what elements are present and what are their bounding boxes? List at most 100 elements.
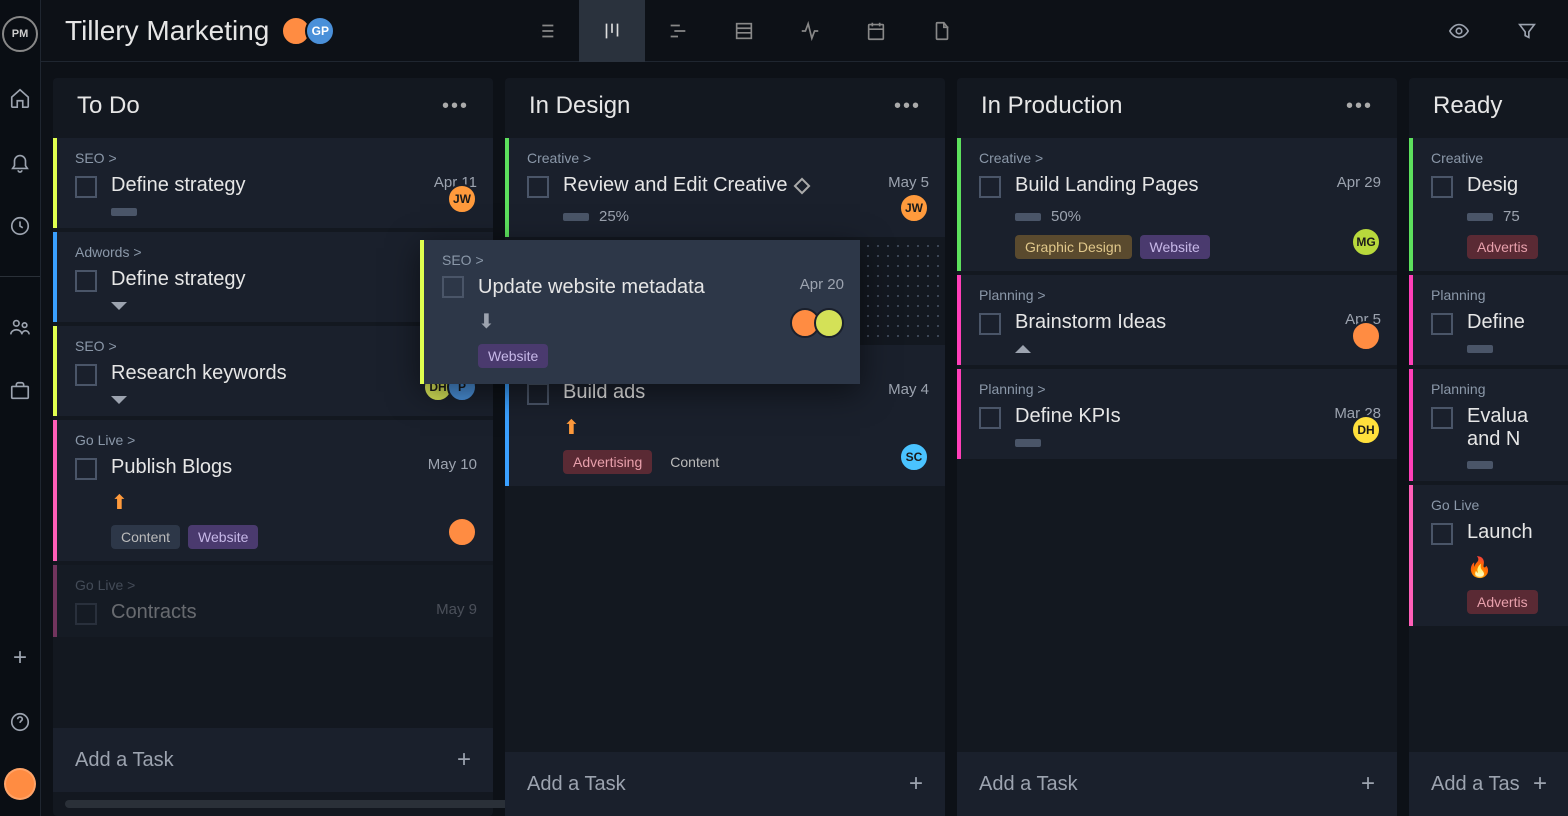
task-checkbox[interactable]	[75, 270, 97, 292]
team-icon[interactable]	[2, 309, 38, 345]
task-name: Evalua and N	[1467, 405, 1553, 451]
gantt-view-icon[interactable]	[645, 0, 711, 62]
task-name: Define strategy	[111, 174, 420, 197]
task-category[interactable]: Planning >	[979, 381, 1381, 397]
add-task-button[interactable]: Add a Task+	[53, 728, 493, 792]
help-icon[interactable]	[2, 704, 38, 740]
task-name: Contracts	[111, 601, 422, 624]
assignee-avatar[interactable]: SC	[899, 442, 929, 472]
task-name: Update website metadata	[478, 276, 786, 299]
task-checkbox[interactable]	[75, 458, 97, 480]
task-category[interactable]: Go Live >	[75, 577, 477, 593]
task-name: Review and Edit Creative	[563, 174, 874, 197]
task-card[interactable]: Planning >Define KPIsMar 28DH	[957, 369, 1397, 459]
dragging-task-card[interactable]: SEO > Update website metadata Apr 20 ⬇ W…	[420, 240, 860, 384]
assignee-avatar[interactable]: JW	[899, 193, 929, 223]
tag[interactable]: Advertising	[563, 450, 652, 474]
task-checkbox[interactable]	[527, 176, 549, 198]
tag[interactable]: Advertis	[1467, 590, 1538, 614]
priority-low-icon	[111, 396, 127, 404]
task-card[interactable]: Planning Evalua and N	[1409, 369, 1568, 481]
assignee-avatar[interactable]	[814, 308, 844, 338]
task-category[interactable]: Planning	[1431, 381, 1553, 397]
task-checkbox[interactable]	[75, 364, 97, 386]
add-icon[interactable]: +	[2, 640, 38, 676]
task-checkbox[interactable]	[1431, 176, 1453, 198]
progress-bar	[1015, 439, 1041, 447]
task-card[interactable]: SEO >Define strategyApr 11JW	[53, 138, 493, 228]
task-checkbox[interactable]	[979, 407, 1001, 429]
task-card[interactable]: Go Live > Contracts May 9	[53, 565, 493, 637]
task-checkbox[interactable]	[1431, 407, 1453, 429]
task-checkbox[interactable]	[979, 313, 1001, 335]
tag[interactable]: Website	[188, 525, 258, 549]
tag[interactable]: Website	[1140, 235, 1210, 259]
column-title: To Do	[77, 92, 140, 120]
add-task-button[interactable]: Add a Task+	[957, 752, 1397, 816]
task-category[interactable]: SEO >	[75, 150, 477, 166]
assignee-avatar[interactable]: DH	[1351, 415, 1381, 445]
task-checkbox[interactable]	[979, 176, 1001, 198]
files-view-icon[interactable]	[909, 0, 975, 62]
notifications-icon[interactable]	[2, 144, 38, 180]
tag[interactable]: Website	[478, 344, 548, 368]
app-logo[interactable]: PM	[2, 16, 38, 52]
progress-bar	[1015, 213, 1041, 221]
board-view-icon[interactable]	[579, 0, 645, 62]
task-card[interactable]: Creative >Review and Edit CreativeMay 52…	[505, 138, 945, 237]
tag[interactable]: Content	[660, 450, 729, 474]
tag[interactable]: Graphic Design	[1015, 235, 1132, 259]
task-checkbox[interactable]	[1431, 313, 1453, 335]
home-icon[interactable]	[2, 80, 38, 116]
project-members[interactable]: GP	[287, 16, 335, 46]
task-checkbox[interactable]	[527, 383, 549, 405]
task-card[interactable]: Go Live >Publish BlogsMay 10⬆ContentWebs…	[53, 420, 493, 561]
add-task-button[interactable]: Add a Tas+	[1409, 752, 1568, 816]
task-category[interactable]: Creative >	[527, 150, 929, 166]
task-category[interactable]: Creative	[1431, 150, 1553, 166]
filter-icon[interactable]	[1509, 13, 1545, 49]
task-category[interactable]: Go Live	[1431, 497, 1553, 513]
task-card[interactable]: Planning >Brainstorm IdeasApr 5	[957, 275, 1397, 365]
assignee-avatar[interactable]: JW	[447, 184, 477, 214]
task-card[interactable]: CreativeDesig75Advertis	[1409, 138, 1568, 271]
task-category[interactable]: Planning >	[979, 287, 1381, 303]
task-date: May 9	[436, 601, 477, 618]
task-checkbox[interactable]	[75, 603, 97, 625]
task-category[interactable]: Creative >	[979, 150, 1381, 166]
sheet-view-icon[interactable]	[711, 0, 777, 62]
progress-bar	[563, 213, 589, 221]
assignee-avatar[interactable]: MG	[1351, 227, 1381, 257]
priority-high-icon: ⬆	[111, 490, 128, 515]
task-card[interactable]: Creative >Build Landing PagesApr 2950%Gr…	[957, 138, 1397, 271]
task-category[interactable]: Adwords >	[75, 244, 477, 260]
task-category[interactable]: Go Live >	[75, 432, 477, 448]
task-name: Launch	[1467, 521, 1553, 544]
activity-view-icon[interactable]	[777, 0, 843, 62]
progress-bar	[1467, 213, 1493, 221]
assignee-avatar[interactable]	[1351, 321, 1381, 351]
column-menu-icon[interactable]: •••	[894, 95, 921, 118]
column-menu-icon[interactable]: •••	[442, 95, 469, 118]
task-checkbox[interactable]	[75, 176, 97, 198]
task-name: Define KPIs	[1015, 405, 1320, 428]
tag[interactable]: Advertis	[1467, 235, 1538, 259]
tag[interactable]: Content	[111, 525, 180, 549]
progress-bar	[111, 208, 137, 216]
task-category[interactable]: Planning	[1431, 287, 1553, 303]
recent-icon[interactable]	[2, 208, 38, 244]
column-title: In Production	[981, 92, 1122, 120]
task-card[interactable]: PlanningDefine	[1409, 275, 1568, 365]
calendar-view-icon[interactable]	[843, 0, 909, 62]
user-avatar[interactable]	[4, 768, 36, 800]
add-task-button[interactable]: Add a Task+	[505, 752, 945, 816]
task-checkbox[interactable]	[442, 276, 464, 298]
assignee-avatar[interactable]	[447, 517, 477, 547]
task-category[interactable]: SEO >	[75, 338, 477, 354]
work-icon[interactable]	[2, 373, 38, 409]
list-view-icon[interactable]	[513, 0, 579, 62]
task-card[interactable]: Go LiveLaunch🔥Advertis	[1409, 485, 1568, 626]
visibility-icon[interactable]	[1441, 13, 1477, 49]
task-checkbox[interactable]	[1431, 523, 1453, 545]
column-menu-icon[interactable]: •••	[1346, 95, 1373, 118]
